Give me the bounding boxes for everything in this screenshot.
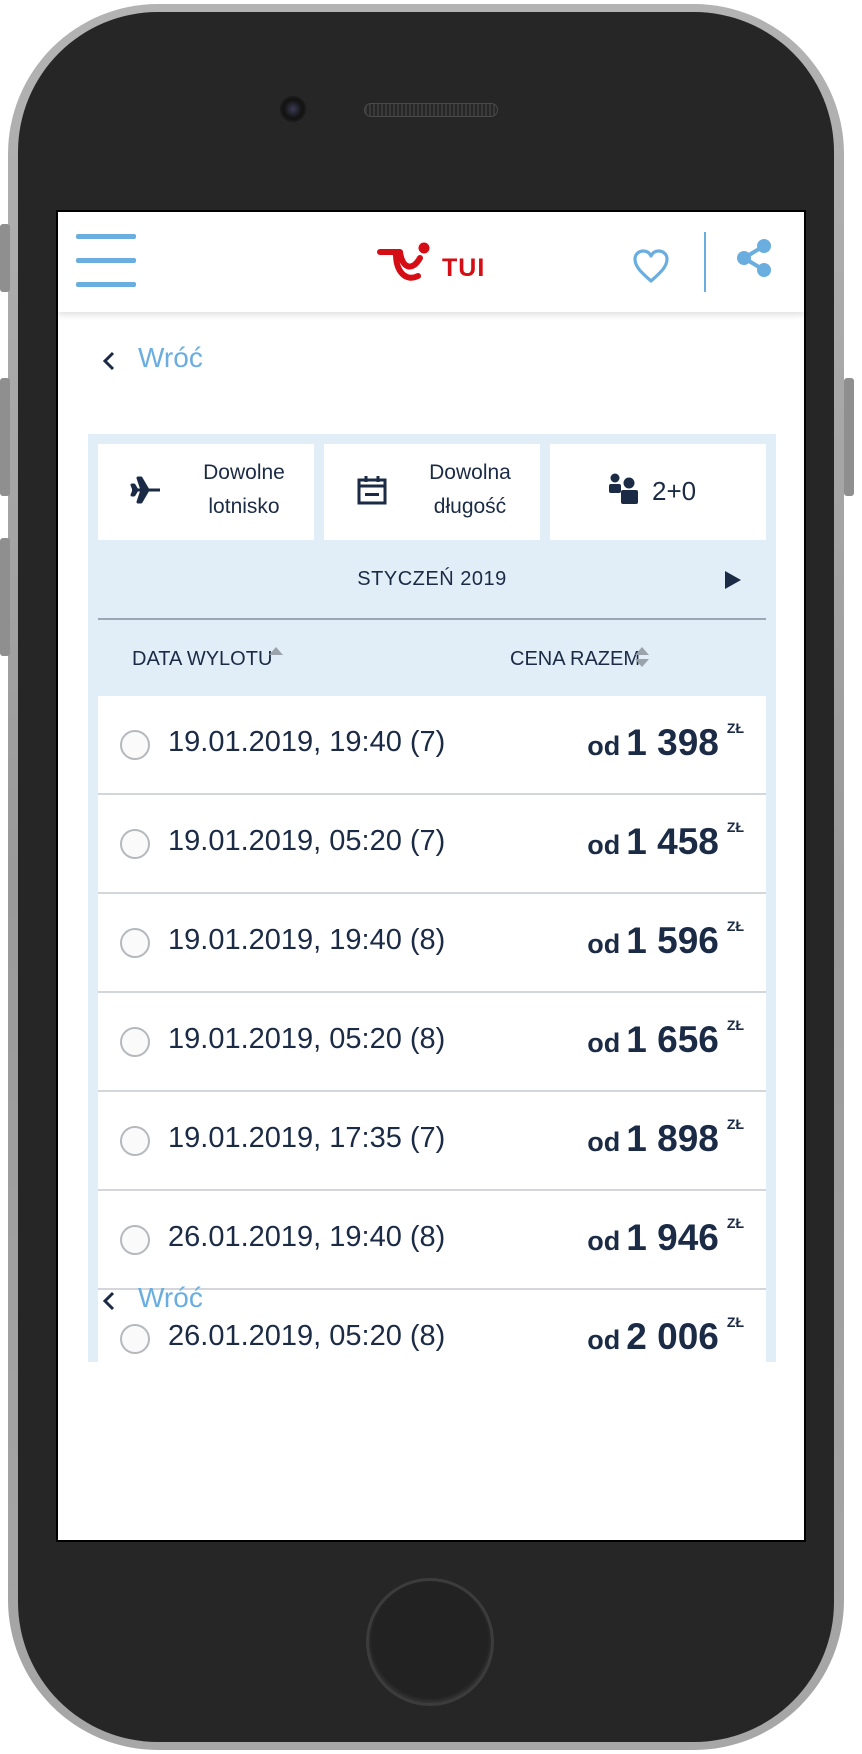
filter-duration[interactable]: Dowolna długość (324, 444, 540, 540)
price-amount: 1 398 (626, 722, 719, 763)
price-currency: ZŁ (726, 1017, 744, 1033)
offer-radio[interactable] (120, 1225, 150, 1255)
sort-by-date[interactable]: DATA WYLOTU (132, 648, 272, 671)
offer-date: 19.01.2019, 19:40 (7) (168, 726, 446, 758)
price-prefix: od (587, 731, 621, 761)
menu-icon[interactable] (76, 234, 136, 288)
volume-up-button (0, 378, 10, 496)
header-divider (704, 232, 706, 292)
offer-row[interactable]: 19.01.2019, 19:40 (7) od 1 398 ZŁ (98, 696, 766, 795)
offer-price: od 1 398 ZŁ (587, 720, 744, 770)
filter-travelers[interactable]: 2+0 (550, 444, 766, 540)
chevron-left-icon (102, 1291, 115, 1311)
price-currency: ZŁ (726, 1116, 744, 1132)
offer-row[interactable]: 19.01.2019, 17:35 (7) od 1 898 ZŁ (98, 1092, 766, 1191)
offer-price: od 1 458 ZŁ (587, 819, 744, 869)
offer-date: 26.01.2019, 05:20 (8) (168, 1320, 446, 1352)
offer-date: 26.01.2019, 19:40 (8) (168, 1221, 446, 1253)
sort-by-price[interactable]: CENA RAZEM (510, 648, 640, 671)
sort-asc-icon[interactable] (268, 646, 284, 656)
offer-radio[interactable] (120, 1324, 150, 1354)
month-navigator: STYCZEŃ 2019 (98, 540, 766, 620)
price-amount: 1 656 (626, 1019, 719, 1060)
offer-date: 19.01.2019, 19:40 (8) (168, 924, 446, 956)
price-prefix: od (587, 1325, 621, 1355)
price-amount: 1 946 (626, 1217, 719, 1258)
price-currency: ZŁ (726, 1314, 744, 1330)
offer-radio[interactable] (120, 1027, 150, 1057)
filter-airport-line1: Dowolne (203, 461, 285, 484)
filter-bar: Dowolne lotnisko Dowolna długość 2+0 (98, 444, 766, 540)
price-currency: ZŁ (726, 918, 744, 934)
filter-airport[interactable]: Dowolne lotnisko (98, 444, 314, 540)
home-button[interactable] (366, 1578, 494, 1706)
front-camera (280, 96, 306, 122)
offer-radio[interactable] (120, 1126, 150, 1156)
back-label: Wróć (138, 342, 203, 373)
offer-radio[interactable] (120, 928, 150, 958)
price-prefix: od (587, 1226, 621, 1256)
month-label: STYCZEŃ 2019 (357, 568, 507, 590)
filter-airport-line2: lotnisko (208, 495, 280, 518)
top-bar: TUI (58, 212, 804, 312)
volume-down-button (0, 538, 10, 656)
calendar-icon (357, 476, 387, 505)
offer-radio[interactable] (120, 829, 150, 859)
next-month-icon[interactable] (724, 570, 742, 590)
price-currency: ZŁ (726, 819, 744, 835)
price-amount: 2 006 (626, 1316, 719, 1357)
price-amount: 1 458 (626, 821, 719, 862)
sort-header: DATA WYLOTU CENA RAZEM (98, 620, 766, 696)
offer-row[interactable]: 19.01.2019, 05:20 (8) od 1 656 ZŁ (98, 993, 766, 1092)
price-amount: 1 898 (626, 1118, 719, 1159)
tui-smile-icon (377, 242, 430, 281)
travelers-icon (609, 473, 638, 504)
filter-travelers-label: 2+0 (652, 476, 697, 506)
mute-switch (0, 224, 10, 292)
price-prefix: od (587, 929, 621, 959)
price-currency: ZŁ (726, 1215, 744, 1231)
offer-list: 19.01.2019, 19:40 (7) od 1 398 ZŁ 19.01.2019… (98, 696, 766, 1362)
power-button (844, 378, 854, 496)
price-currency: ZŁ (726, 720, 744, 736)
logo-text: TUI (442, 254, 486, 282)
tui-logo[interactable]: TUI (376, 242, 496, 288)
offer-date: 19.01.2019, 17:35 (7) (168, 1122, 446, 1154)
plane-icon (130, 476, 160, 504)
chevron-left-icon (102, 351, 115, 371)
offer-date: 19.01.2019, 05:20 (7) (168, 825, 446, 857)
offer-price: od 1 898 ZŁ (587, 1116, 744, 1166)
offer-price: od 2 006 ZŁ (587, 1314, 744, 1362)
filter-duration-line1: Dowolna (429, 461, 511, 484)
offer-row[interactable]: 26.01.2019, 19:40 (8) od 1 946 ZŁ (98, 1191, 766, 1290)
offer-row[interactable]: 19.01.2019, 19:40 (8) od 1 596 ZŁ (98, 894, 766, 993)
price-amount: 1 596 (626, 920, 719, 961)
back-label: Wróć (138, 1282, 203, 1313)
departures-panel: Dowolne lotnisko Dowolna długość 2+0 STY… (88, 434, 776, 1362)
app-screen: TUI Wróć Dowolne lotnisko Dowolna długoś… (56, 210, 806, 1542)
offer-radio[interactable] (120, 730, 150, 760)
heart-icon[interactable] (632, 248, 670, 284)
offer-price: od 1 656 ZŁ (587, 1017, 744, 1067)
price-prefix: od (587, 1028, 621, 1058)
filter-duration-line2: długość (433, 495, 507, 518)
price-prefix: od (587, 1127, 621, 1157)
offer-price: od 1 946 ZŁ (587, 1215, 744, 1265)
sort-both-icon[interactable] (634, 646, 650, 668)
offer-date: 19.01.2019, 05:20 (8) (168, 1023, 446, 1055)
earpiece-speaker (364, 103, 498, 117)
offer-row[interactable]: 19.01.2019, 05:20 (7) od 1 458 ZŁ (98, 795, 766, 894)
price-prefix: od (587, 830, 621, 860)
offer-price: od 1 596 ZŁ (587, 918, 744, 968)
share-icon[interactable] (736, 238, 772, 278)
